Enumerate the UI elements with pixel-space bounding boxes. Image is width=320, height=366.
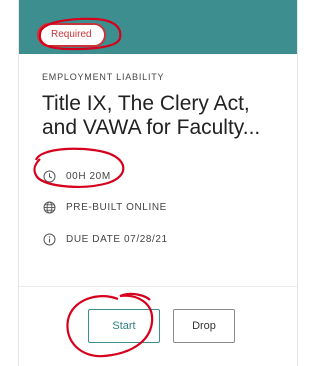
drop-button[interactable]: Drop [173,309,235,343]
course-title-line-2: and VAWA for Faculty... [42,116,261,139]
format-text: PRE-BUILT ONLINE [66,201,167,213]
card-divider [19,286,297,287]
course-category: EMPLOYMENT LIABILITY [42,72,165,82]
required-badge: Required [37,23,106,47]
start-button[interactable]: Start [88,309,160,343]
duration-row: 00H 20M [43,168,111,184]
due-date-text: DUE DATE 07/28/21 [66,233,168,245]
due-date-row: DUE DATE 07/28/21 [43,231,168,247]
clock-icon [43,170,56,183]
course-title-line-1: Title IX, The Clery Act, [42,92,250,115]
course-card: Required EMPLOYMENT LIABILITY Title IX, … [18,0,298,366]
course-title[interactable]: Title IX, The Clery Act, and VAWA for Fa… [42,92,297,140]
format-row: PRE-BUILT ONLINE [43,199,167,215]
duration-text: 00H 20M [66,170,111,182]
info-icon [43,233,56,246]
globe-icon [43,201,56,214]
